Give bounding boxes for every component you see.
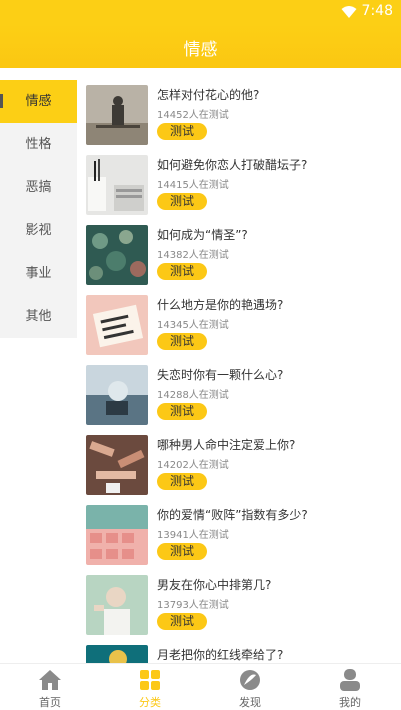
test-button[interactable]: 测试 [157, 123, 207, 140]
discover-icon [240, 670, 260, 690]
tab-category-label: 分类 [139, 696, 161, 709]
test-button[interactable]: 测试 [157, 543, 207, 560]
tab-discover[interactable]: 发现 [200, 664, 300, 710]
quiz-thumbnail [86, 225, 148, 285]
quiz-count: 14345人在测试 [157, 320, 229, 331]
quiz-thumbnail [86, 435, 148, 495]
test-button[interactable]: 测试 [157, 403, 207, 420]
sidebar-item-film[interactable]: 影视 [0, 209, 77, 252]
list-item[interactable]: 怎样对付花心的他? 14452人在测试 测试 [86, 80, 401, 150]
quiz-thumbnail [86, 575, 148, 635]
tab-home-label: 首页 [39, 696, 61, 709]
sidebar-item-career[interactable]: 事业 [0, 252, 77, 295]
quiz-thumbnail [86, 365, 148, 425]
tab-home[interactable]: 首页 [0, 664, 100, 710]
quiz-title: 失恋时你有一颗什么心? [157, 368, 284, 382]
quiz-thumbnail [86, 85, 148, 145]
quiz-title: 如何避免你恋人打破醋坛子? [157, 158, 308, 172]
category-sidebar: 情感 性格 恶搞 影视 事业 其他 [0, 80, 77, 338]
tab-profile[interactable]: 我的 [300, 664, 400, 710]
page-title: 情感 [183, 40, 218, 60]
quiz-count: 13793人在测试 [157, 600, 229, 611]
quiz-thumbnail [86, 155, 148, 215]
list-item[interactable]: 什么地方是你的艳遇场? 14345人在测试 测试 [86, 290, 401, 360]
test-button[interactable]: 测试 [157, 473, 207, 490]
wifi-icon [341, 6, 357, 18]
quiz-title: 男友在你心中排第几? [157, 578, 272, 592]
quiz-title: 月老把你的红线牵给了? [157, 648, 284, 662]
sidebar-item-personality[interactable]: 性格 [0, 123, 77, 166]
sidebar-item-spoof[interactable]: 恶搞 [0, 166, 77, 209]
profile-icon [340, 669, 360, 691]
quiz-count: 14288人在测试 [157, 390, 229, 401]
test-button[interactable]: 测试 [157, 333, 207, 350]
title-bar: 情感 [0, 24, 401, 68]
list-item[interactable]: 如何避免你恋人打破醋坛子? 14415人在测试 测试 [86, 150, 401, 220]
quiz-count: 14202人在测试 [157, 460, 229, 471]
quiz-count: 14415人在测试 [157, 180, 229, 191]
tab-discover-label: 发现 [239, 696, 261, 709]
list-item[interactable]: 如何成为“情圣”? 14382人在测试 测试 [86, 220, 401, 290]
quiz-title: 什么地方是你的艳遇场? [157, 298, 284, 312]
sidebar-item-emotion[interactable]: 情感 [0, 80, 77, 123]
list-item[interactable]: 男友在你心中排第几? 13793人在测试 测试 [86, 570, 401, 640]
list-item[interactable]: 哪种男人命中注定爱上你? 14202人在测试 测试 [86, 430, 401, 500]
home-icon [39, 670, 61, 690]
status-bar: 7:48 [0, 0, 401, 24]
quiz-count: 14382人在测试 [157, 250, 229, 261]
quiz-thumbnail [86, 645, 148, 663]
list-item[interactable]: 月老把你的红线牵给了? [86, 640, 401, 663]
quiz-thumbnail [86, 505, 148, 565]
list-item[interactable]: 你的爱情“败阵”指数有多少? 13941人在测试 测试 [86, 500, 401, 570]
quiz-thumbnail [86, 295, 148, 355]
test-button[interactable]: 测试 [157, 263, 207, 280]
tab-category[interactable]: 分类 [100, 664, 200, 710]
quiz-count: 13941人在测试 [157, 530, 229, 541]
test-button[interactable]: 测试 [157, 613, 207, 630]
list-item[interactable]: 失恋时你有一颗什么心? 14288人在测试 测试 [86, 360, 401, 430]
tab-profile-label: 我的 [339, 696, 361, 709]
bottom-tab-bar: 首页 分类 发现 我的 [0, 663, 401, 710]
sidebar-item-other[interactable]: 其他 [0, 295, 77, 338]
quiz-title: 如何成为“情圣”? [157, 228, 248, 242]
quiz-title: 你的爱情“败阵”指数有多少? [157, 508, 308, 522]
category-icon [140, 670, 160, 690]
quiz-title: 怎样对付花心的他? [157, 88, 260, 102]
quiz-count: 14452人在测试 [157, 110, 229, 121]
test-button[interactable]: 测试 [157, 193, 207, 210]
quiz-title: 哪种男人命中注定爱上你? [157, 438, 296, 452]
quiz-list: 怎样对付花心的他? 14452人在测试 测试 如何避免你恋人打破醋坛子? 144… [86, 80, 401, 663]
status-time: 7:48 [361, 3, 393, 19]
